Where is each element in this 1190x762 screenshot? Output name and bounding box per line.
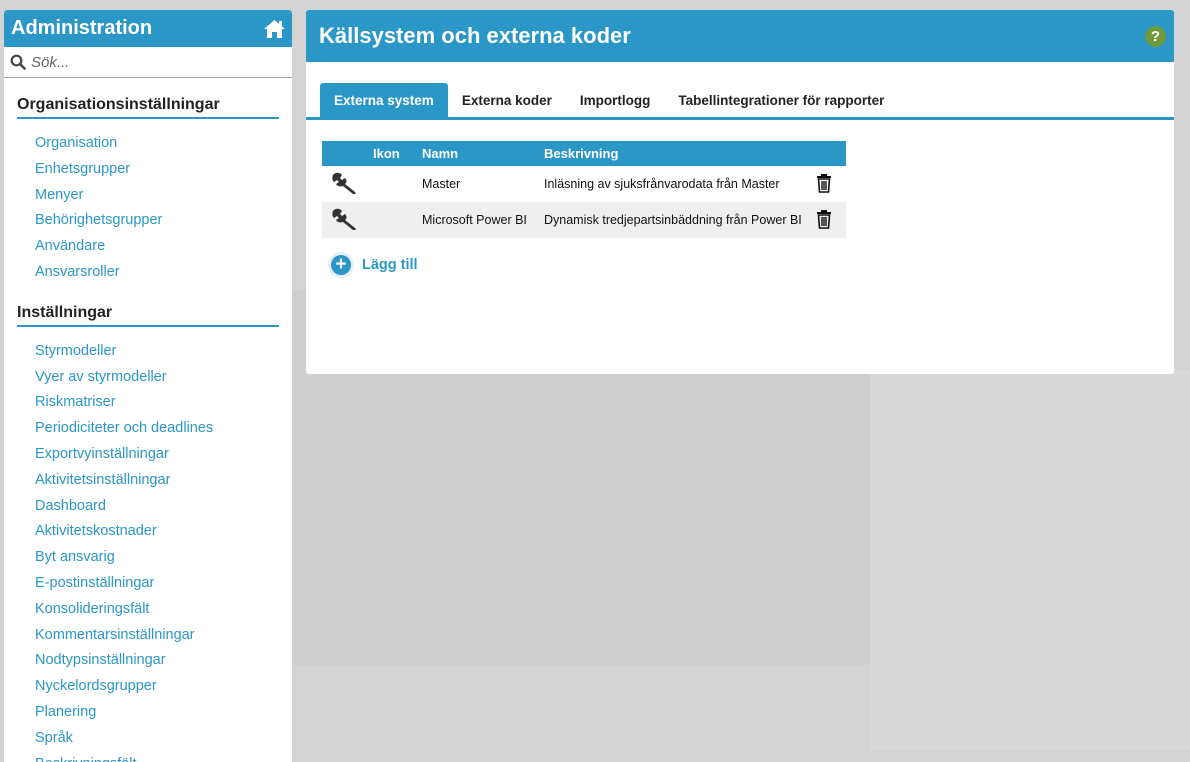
nav-list-installningar: Styrmodeller Vyer av styrmodeller Riskma… xyxy=(4,339,292,762)
home-icon[interactable] xyxy=(262,18,286,40)
nav-item-aktivitetskostnader[interactable]: Aktivitetskostnader xyxy=(4,519,292,545)
table-row[interactable]: Microsoft Power BI Dynamisk tredjepartsi… xyxy=(322,202,846,238)
nav-item-periodiciteter[interactable]: Periodiciteter och deadlines xyxy=(4,416,292,442)
nav-item-menyer[interactable]: Menyer xyxy=(4,183,292,209)
nav-item-vyer-av-styrmodeller[interactable]: Vyer av styrmodeller xyxy=(4,365,292,391)
table-header-row: Ikon Namn Beskrivning xyxy=(322,141,846,166)
section-heading-organisation: Organisationsinställningar xyxy=(17,96,279,119)
nav-item-konsolideringsfalt[interactable]: Konsolideringsfält xyxy=(4,597,292,623)
nav-item-beskrivningsfalt[interactable]: Beskrivningsfält xyxy=(4,752,292,762)
nav-item-nyckelordsgrupper[interactable]: Nyckelordsgrupper xyxy=(4,674,292,700)
tab-tabellintegrationer[interactable]: Tabellintegrationer för rapporter xyxy=(664,83,898,117)
ikon-cell xyxy=(373,166,422,202)
name-cell: Microsoft Power BI xyxy=(422,202,544,238)
page-title: Källsystem och externa koder xyxy=(319,23,631,48)
nav-item-behorighetsgrupper[interactable]: Behörighetsgrupper xyxy=(4,208,292,234)
description-cell: Inläsning av sjuksfrånvarodata från Mast… xyxy=(544,177,780,191)
nav-item-byt-ansvarig[interactable]: Byt ansvarig xyxy=(4,545,292,571)
search-icon xyxy=(10,54,26,70)
sidebar-title: Administration xyxy=(11,17,153,39)
column-header-namn[interactable]: Namn xyxy=(422,141,544,166)
admin-sidebar: Administration Organisationsinställninga… xyxy=(4,10,292,762)
tab-importlogg[interactable]: Importlogg xyxy=(566,83,665,117)
nav-item-enhetsgrupper[interactable]: Enhetsgrupper xyxy=(4,157,292,183)
column-header-ikon[interactable]: Ikon xyxy=(373,141,422,166)
nav-item-aktivitetsinstallningar[interactable]: Aktivitetsinställningar xyxy=(4,468,292,494)
table-row[interactable]: Master Inläsning av sjuksfrånvarodata fr… xyxy=(322,166,846,202)
edit-cell[interactable] xyxy=(322,202,373,238)
nav-item-sprak[interactable]: Språk xyxy=(4,726,292,752)
nav-item-planering[interactable]: Planering xyxy=(4,700,292,726)
nav-item-dashboard[interactable]: Dashboard xyxy=(4,494,292,520)
wrench-icon[interactable] xyxy=(330,172,360,198)
background-panel xyxy=(870,370,1190,750)
delete-cell xyxy=(816,202,846,238)
tab-bar: Externa system Externa koder Importlogg … xyxy=(306,83,1174,120)
column-header-edit xyxy=(322,141,373,166)
tab-externa-koder[interactable]: Externa koder xyxy=(448,83,566,117)
nav-item-anvandare[interactable]: Användare xyxy=(4,234,292,260)
nav-list-organisation: Organisation Enhetsgrupper Menyer Behöri… xyxy=(4,131,292,286)
delete-cell xyxy=(816,166,846,202)
help-icon[interactable]: ? xyxy=(1145,25,1166,47)
main-header: Källsystem och externa koder ? xyxy=(306,10,1174,62)
column-header-delete xyxy=(816,141,846,166)
external-systems-table: Ikon Namn Beskrivning Master Inläsning a… xyxy=(322,141,846,238)
wrench-icon[interactable] xyxy=(330,208,360,234)
nav-item-e-postinstallningar[interactable]: E-postinställningar xyxy=(4,571,292,597)
search-input[interactable] xyxy=(31,53,271,71)
trash-icon[interactable] xyxy=(816,173,832,196)
section-heading-installningar: Inställningar xyxy=(17,304,279,327)
add-button[interactable]: + Lägg till xyxy=(328,252,418,278)
nav-item-riskmatriser[interactable]: Riskmatriser xyxy=(4,390,292,416)
description-cell: Dynamisk tredjepartsinbäddning från Powe… xyxy=(544,202,816,238)
name-cell: Master xyxy=(422,177,461,191)
column-header-beskrivning[interactable]: Beskrivning xyxy=(544,141,816,166)
plus-circle-icon: + xyxy=(328,252,354,278)
tab-externa-system[interactable]: Externa system xyxy=(320,83,448,117)
add-label: Lägg till xyxy=(362,257,418,273)
ikon-cell xyxy=(373,202,422,238)
search-row xyxy=(4,47,292,78)
nav-item-exportvyinstallningar[interactable]: Exportvyinställningar xyxy=(4,442,292,468)
nav-item-ansvarsroller[interactable]: Ansvarsroller xyxy=(4,260,292,286)
sidebar-header: Administration xyxy=(4,10,292,47)
nav-item-organisation[interactable]: Organisation xyxy=(4,131,292,157)
trash-icon[interactable] xyxy=(816,209,832,232)
main-panel: Källsystem och externa koder ? Externa s… xyxy=(306,10,1174,374)
nav-item-styrmodeller[interactable]: Styrmodeller xyxy=(4,339,292,365)
nav-item-kommentarsinstallningar[interactable]: Kommentarsinställningar xyxy=(4,623,292,649)
nav-item-nodtypsinstallningar[interactable]: Nodtypsinställningar xyxy=(4,648,292,674)
edit-cell[interactable] xyxy=(322,166,373,202)
